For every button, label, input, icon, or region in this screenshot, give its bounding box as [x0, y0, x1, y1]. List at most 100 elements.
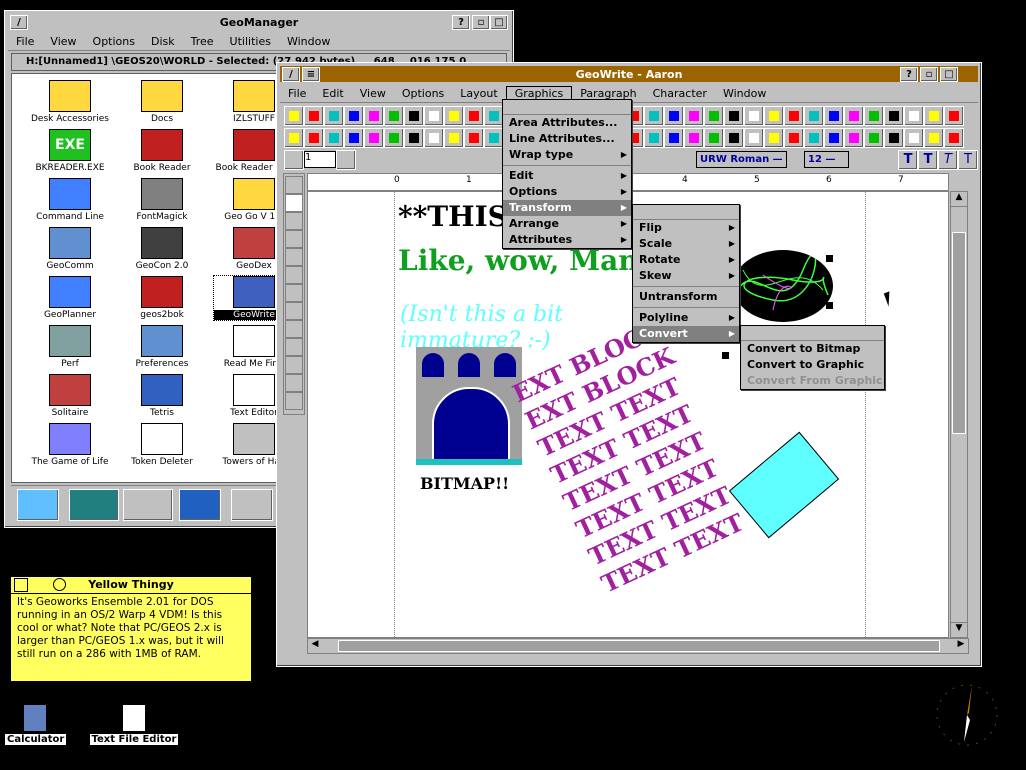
row2-tool-icon[interactable] — [824, 128, 844, 148]
row1-tool-icon[interactable] — [404, 106, 424, 126]
document-canvas[interactable]: **THIS Like, wow, Man (Isn't this a bit … — [307, 191, 949, 638]
row1-tool-icon[interactable] — [904, 106, 924, 126]
row1-tool-icon[interactable] — [324, 106, 344, 126]
ellipse-tool-icon[interactable] — [285, 320, 303, 338]
geowrite-system-button[interactable]: / — [282, 67, 300, 82]
row2-tool-icon[interactable] — [424, 128, 444, 148]
menu-item-options[interactable]: Options ▶ — [503, 184, 631, 200]
drive-icon-active[interactable] — [69, 489, 119, 521]
file-icon-item[interactable]: Perf — [30, 325, 110, 369]
row2-tool-icon[interactable] — [784, 128, 804, 148]
system-menu-button[interactable]: / — [10, 15, 28, 30]
row1-tool-icon[interactable] — [484, 106, 504, 126]
scroll-up-icon[interactable]: ▲ — [951, 192, 967, 207]
row1-tool-icon[interactable] — [784, 106, 804, 126]
geomanager-titlebar[interactable]: / GeoManager ? ▫ □ — [8, 14, 510, 30]
plain-t-icon[interactable]: T — [958, 150, 978, 170]
menu-item-flip[interactable]: Flip ▶ — [633, 220, 739, 236]
menu-item-untransform[interactable]: Untransform — [633, 289, 739, 305]
row2-tool-icon[interactable] — [484, 128, 504, 148]
rect-tool-icon[interactable] — [285, 284, 303, 302]
row2-tool-icon[interactable] — [804, 128, 824, 148]
file-icon-item[interactable]: GeoComm — [30, 227, 110, 271]
geowrite-sub-button[interactable]: ≡ — [302, 67, 320, 82]
font-name-select[interactable]: URW Roman — — [696, 151, 787, 168]
row1-tool-icon[interactable] — [644, 106, 664, 126]
font-size-select[interactable]: 12 — — [804, 151, 849, 168]
menu-disk[interactable]: Disk — [143, 35, 183, 48]
file-icon-item[interactable]: GeoPlanner — [30, 276, 110, 320]
file-icon-item[interactable]: Preferences — [122, 325, 202, 369]
gw-menu-layout[interactable]: Layout — [452, 87, 505, 100]
file-icon-item[interactable]: GeoCon 2.0 — [122, 227, 202, 271]
row1-tool-icon[interactable] — [684, 106, 704, 126]
file-icon-item[interactable]: Desk Accessories — [30, 80, 110, 124]
row1-tool-icon[interactable] — [864, 106, 884, 126]
page-number-field[interactable]: 1 — [304, 151, 336, 168]
row1-tool-icon[interactable] — [364, 106, 384, 126]
globe-icon[interactable] — [179, 489, 221, 521]
arc-tool-icon[interactable] — [285, 338, 303, 356]
row2-tool-icon[interactable] — [444, 128, 464, 148]
row2-tool-icon[interactable] — [344, 128, 364, 148]
row1-tool-icon[interactable] — [844, 106, 864, 126]
file-icon-item[interactable]: Command Line — [30, 178, 110, 222]
convert-tearoff-icon[interactable] — [741, 326, 884, 341]
a-tool-icon[interactable] — [285, 248, 303, 266]
menu-item-rotate[interactable]: Rotate ▶ — [633, 252, 739, 268]
row1-tool-icon[interactable] — [944, 106, 964, 126]
transform-tearoff-icon[interactable] — [633, 205, 739, 220]
row2-tool-icon[interactable] — [644, 128, 664, 148]
roundrect-tool-icon[interactable] — [285, 302, 303, 320]
arrow-tool-icon[interactable] — [285, 194, 303, 212]
menu-item-skew[interactable]: Skew ▶ — [633, 268, 739, 284]
row2-tool-icon[interactable] — [404, 128, 424, 148]
row2-tool-icon[interactable] — [944, 128, 964, 148]
vertical-scrollbar[interactable]: ▲ ▼ — [950, 191, 968, 638]
file-icon-item[interactable]: The Game of Life — [30, 423, 110, 467]
help-button[interactable]: ? — [452, 15, 470, 30]
row2-tool-icon[interactable] — [864, 128, 884, 148]
row2-tool-icon[interactable] — [384, 128, 404, 148]
scroll-down-icon[interactable]: ▼ — [951, 622, 967, 637]
gw-menu-edit[interactable]: Edit — [314, 87, 351, 100]
row2-tool-icon[interactable] — [704, 128, 724, 148]
menu-utilities[interactable]: Utilities — [222, 35, 279, 48]
row2-tool-icon[interactable] — [844, 128, 864, 148]
row1-tool-icon[interactable] — [384, 106, 404, 126]
row1-tool-icon[interactable] — [344, 106, 364, 126]
hscroll-thumb[interactable] — [338, 640, 940, 652]
line-tool-icon[interactable] — [285, 266, 303, 284]
row2-tool-icon[interactable] — [764, 128, 784, 148]
minimize-button[interactable]: ▫ — [472, 15, 490, 30]
yellow-text[interactable]: It's Geoworks Ensemble 2.01 for DOS runn… — [11, 594, 251, 663]
row2-tool-icon[interactable] — [744, 128, 764, 148]
menu-item-convert[interactable]: Convert ▶ — [633, 326, 739, 342]
menu-item-arrange[interactable]: Arrange ▶ — [503, 216, 631, 232]
row1-tool-icon[interactable] — [804, 106, 824, 126]
bold-t2-icon[interactable]: T — [918, 150, 938, 170]
row1-tool-icon[interactable] — [704, 106, 724, 126]
row1-tool-icon[interactable] — [724, 106, 744, 126]
menu-item-attributes[interactable]: Attributes ▶ — [503, 232, 631, 248]
scroll-thumb[interactable] — [952, 232, 966, 434]
row1-tool-icon[interactable] — [744, 106, 764, 126]
row2-tool-icon[interactable] — [304, 128, 324, 148]
yellow-clock-icon[interactable] — [53, 578, 66, 591]
row1-tool-icon[interactable] — [444, 106, 464, 126]
page-next-icon[interactable] — [336, 150, 356, 170]
desktop-icon-calculator[interactable]: Calculator — [4, 704, 68, 746]
row1-tool-icon[interactable] — [824, 106, 844, 126]
window-stack-icon[interactable] — [123, 489, 173, 521]
doc-line-3a[interactable]: (Isn't this a bit — [400, 302, 563, 327]
menu-options[interactable]: Options — [85, 35, 143, 48]
scroll-right-icon[interactable]: ▶ — [954, 639, 968, 653]
row2-tool-icon[interactable] — [464, 128, 484, 148]
file-icon-item[interactable]: geos2bok — [122, 276, 202, 320]
row1-tool-icon[interactable] — [304, 106, 324, 126]
desktop-icon-text-file-editor[interactable]: Text File Editor — [88, 704, 180, 746]
row1-tool-icon[interactable] — [924, 106, 944, 126]
menu-item-edit[interactable]: Edit ▶ — [503, 168, 631, 184]
row2-tool-icon[interactable] — [904, 128, 924, 148]
geowrite-maximize-button[interactable]: □ — [940, 67, 958, 82]
